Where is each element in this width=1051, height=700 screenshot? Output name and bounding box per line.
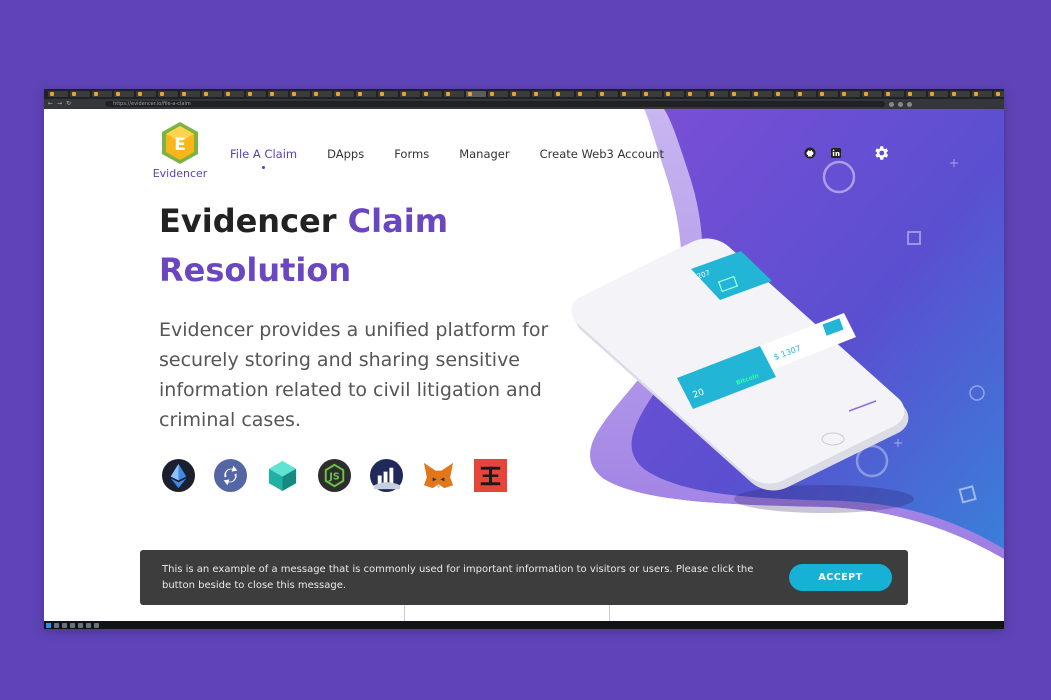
browser-tab[interactable]	[444, 91, 464, 97]
browser-tab[interactable]	[950, 91, 970, 97]
browser-tab[interactable]	[356, 91, 376, 97]
browser-tab[interactable]	[312, 91, 332, 97]
browser-tab[interactable]	[224, 91, 244, 97]
browser-tab[interactable]	[488, 91, 508, 97]
browser-tab[interactable]	[708, 91, 728, 97]
cube-icon	[268, 460, 297, 492]
browser-tab[interactable]	[620, 91, 640, 97]
stat-divider	[609, 605, 610, 621]
hero-title-line2: Resolution	[159, 251, 352, 289]
nav-dapps[interactable]: DApps	[327, 147, 364, 161]
browser-tab[interactable]	[510, 91, 530, 97]
url-field[interactable]: https://evidencer.io/file-a-claim	[105, 101, 886, 107]
accept-button[interactable]: ACCEPT	[789, 564, 892, 591]
browser-tab[interactable]	[598, 91, 618, 97]
browser-tab[interactable]	[928, 91, 948, 97]
chart-icon	[369, 458, 404, 493]
nav-create-web3-account[interactable]: Create Web3 Account	[540, 147, 664, 161]
browser-tab[interactable]	[70, 91, 90, 97]
browser-tab[interactable]	[92, 91, 112, 97]
taskbar-app-icon[interactable]	[86, 622, 91, 628]
browser-tab[interactable]	[796, 91, 816, 97]
profile-icon[interactable]	[907, 101, 913, 107]
browser-address-bar: ← → ↻ https://evidencer.io/file-a-claim	[44, 99, 1004, 109]
cookie-banner: This is an example of a message that is …	[140, 550, 908, 605]
back-icon[interactable]: ←	[48, 99, 53, 109]
evidencer-logo-icon: E	[162, 122, 198, 164]
main-nav: File A Claim DApps Forms Manager Create …	[230, 147, 664, 169]
browser-tab[interactable]	[246, 91, 266, 97]
browser-tab[interactable]	[730, 91, 750, 97]
os-taskbar	[44, 621, 1004, 629]
social-links	[804, 147, 842, 159]
svg-text:JS: JS	[328, 471, 340, 482]
ethereum-icon	[161, 458, 196, 493]
taskbar-app-icon[interactable]	[62, 622, 67, 628]
browser-tab[interactable]	[554, 91, 574, 97]
cookie-message: This is an example of a message that is …	[162, 563, 754, 591]
browser-tab-strip: +	[44, 89, 1004, 99]
browser-tab[interactable]	[378, 91, 398, 97]
github-icon[interactable]	[804, 147, 816, 159]
browser-tab[interactable]	[642, 91, 662, 97]
tech-icon-row: JS	[161, 458, 508, 493]
hero-title: Evidencer Claim Resolution	[159, 197, 519, 295]
windows-start-icon[interactable]	[46, 622, 51, 628]
browser-tab[interactable]	[840, 91, 860, 97]
browser-tab[interactable]	[158, 91, 178, 97]
browser-tab[interactable]	[664, 91, 684, 97]
linkedin-icon[interactable]	[830, 147, 842, 159]
nodejs-icon: JS	[317, 458, 352, 493]
browser-tab[interactable]	[48, 91, 68, 97]
browser-tab[interactable]	[180, 91, 200, 97]
nav-forms[interactable]: Forms	[394, 147, 429, 161]
browser-window: + ← → ↻ https://evidencer.io/file-a-clai…	[44, 89, 1004, 629]
logo-text: Evidencer	[152, 167, 208, 180]
hero-title-part2: Claim	[347, 202, 449, 240]
browser-tab[interactable]	[818, 91, 838, 97]
browser-tab[interactable]	[686, 91, 706, 97]
hero-description: Evidencer provides a unified platform fo…	[159, 319, 549, 431]
hero-title-part1: Evidencer	[159, 202, 348, 240]
taskbar-app-icon[interactable]	[70, 622, 75, 628]
extension-icon[interactable]	[889, 101, 895, 107]
stats-strip	[44, 605, 1004, 621]
logo-letter: E	[174, 135, 186, 155]
browser-tab[interactable]	[290, 91, 310, 97]
browser-tab[interactable]	[268, 91, 288, 97]
extension-icon[interactable]	[898, 101, 904, 107]
browser-tab[interactable]	[202, 91, 222, 97]
browser-tab[interactable]	[752, 91, 772, 97]
site-logo[interactable]: E Evidencer	[152, 121, 208, 180]
browser-tab[interactable]	[466, 91, 486, 97]
metamask-icon	[423, 462, 454, 489]
nav-file-a-claim[interactable]: File A Claim	[230, 147, 297, 169]
taskbar-app-icon[interactable]	[78, 622, 83, 628]
browser-tab[interactable]	[884, 91, 904, 97]
browser-tab[interactable]	[862, 91, 882, 97]
tether-icon	[473, 458, 508, 493]
forward-icon[interactable]: →	[57, 99, 62, 109]
browser-tab[interactable]	[576, 91, 596, 97]
browser-tab[interactable]	[532, 91, 552, 97]
search-icon[interactable]	[54, 622, 59, 628]
stat-divider	[404, 605, 405, 621]
browser-tab[interactable]	[994, 91, 1004, 97]
browser-tab[interactable]	[400, 91, 420, 97]
browser-tab[interactable]	[774, 91, 794, 97]
web-page: 207 $ 1307 20 Bitcoin E Evidencer File A…	[44, 109, 1004, 621]
browser-tab[interactable]	[972, 91, 992, 97]
browser-tab[interactable]	[422, 91, 442, 97]
browser-tab[interactable]	[334, 91, 354, 97]
reload-icon[interactable]: ↻	[66, 99, 71, 109]
browser-tab[interactable]	[906, 91, 926, 97]
browser-tab[interactable]	[136, 91, 156, 97]
gear-icon[interactable]	[872, 144, 890, 162]
taskbar-app-icon[interactable]	[94, 622, 99, 628]
swap-icon	[213, 458, 248, 493]
nav-manager[interactable]: Manager	[459, 147, 509, 161]
browser-tab[interactable]	[114, 91, 134, 97]
